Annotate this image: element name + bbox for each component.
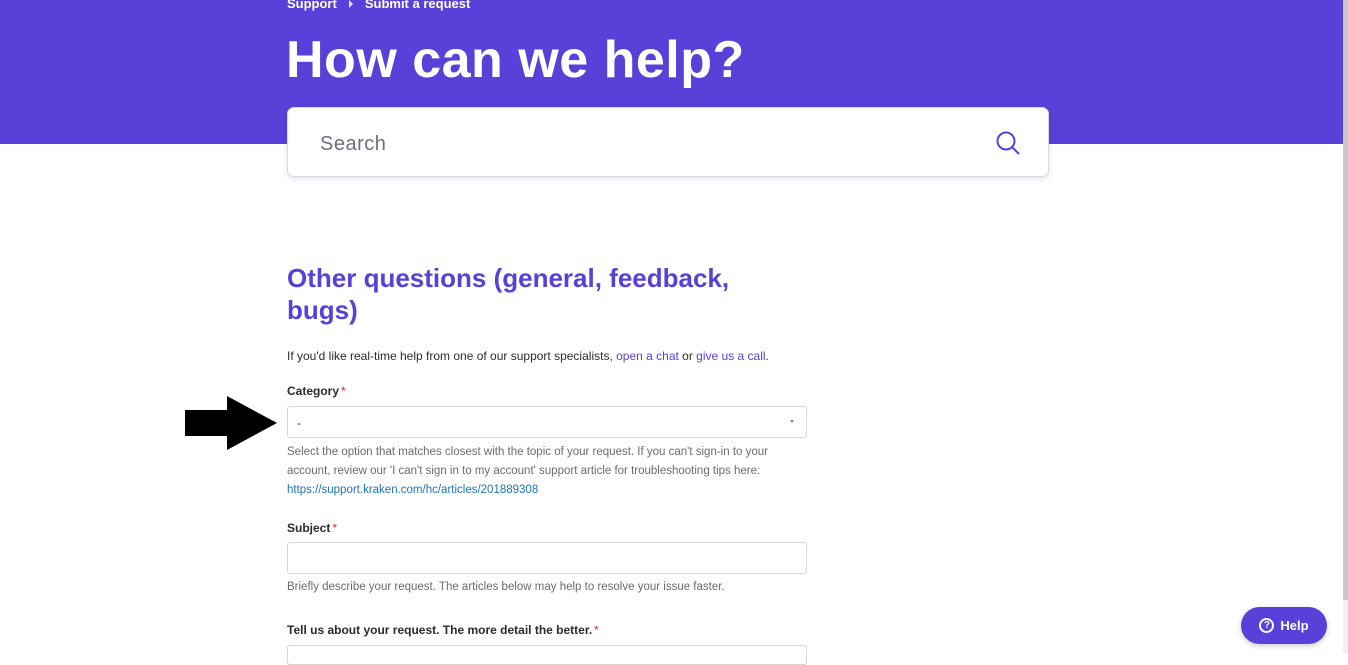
search-box <box>287 107 1049 177</box>
subject-label-text: Subject <box>287 521 331 535</box>
breadcrumb-item-submit-request[interactable]: Submit a request <box>365 0 470 11</box>
breadcrumb: Support Submit a request <box>287 0 470 11</box>
intro-middle: or <box>678 349 697 363</box>
required-mark: * <box>594 623 599 637</box>
subject-hint: Briefly describe your request. The artic… <box>287 581 725 593</box>
category-selected-value: - <box>297 416 301 430</box>
subject-label: Subject * <box>287 521 337 535</box>
chevron-right-icon <box>348 0 353 8</box>
required-mark: * <box>341 384 346 398</box>
search-input[interactable] <box>318 126 982 162</box>
required-mark: * <box>332 521 338 535</box>
form-title: Other questions (general, feedback, bugs… <box>287 263 730 325</box>
scrollbar[interactable] <box>1343 0 1348 653</box>
give-us-a-call-link[interactable]: give us a call <box>696 349 765 363</box>
help-button-label: Help <box>1280 618 1309 633</box>
category-hint-text: Select the option that matches closest w… <box>287 446 768 477</box>
description-label-text: Tell us about your request. The more det… <box>287 623 593 637</box>
question-icon: ? <box>1259 618 1275 633</box>
category-label-text: Category <box>287 384 340 398</box>
category-label: Category * <box>287 384 346 398</box>
help-button[interactable]: ? Help <box>1241 607 1327 644</box>
intro-suffix: . <box>765 349 769 363</box>
breadcrumb-item-support[interactable]: Support <box>287 0 337 11</box>
chevron-down-icon <box>790 420 794 423</box>
page-title: How can we help? <box>286 31 745 89</box>
form-intro: If you'd like real-time help from one of… <box>287 349 769 363</box>
intro-prefix: If you'd like real-time help from one of… <box>287 349 617 363</box>
category-select[interactable]: - <box>287 406 807 438</box>
open-chat-link[interactable]: open a chat <box>616 349 679 363</box>
arrow-right-icon <box>185 396 277 450</box>
category-hint: Select the option that matches closest w… <box>287 443 807 500</box>
sign-in-help-link[interactable]: https://support.kraken.com/hc/articles/2… <box>287 484 538 496</box>
scrollbar-thumb[interactable] <box>1343 0 1348 600</box>
search-icon[interactable] <box>995 130 1021 156</box>
subject-input[interactable] <box>287 542 807 574</box>
description-label: Tell us about your request. The more det… <box>287 623 599 637</box>
description-textarea[interactable] <box>287 645 807 665</box>
